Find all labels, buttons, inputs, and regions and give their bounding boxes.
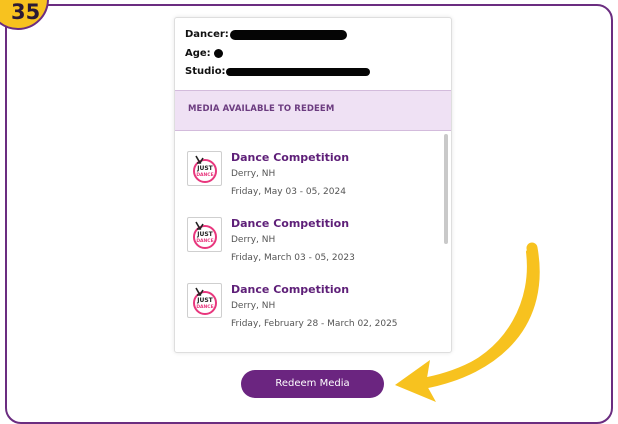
event-title[interactable]: Dance Competition: [231, 151, 349, 164]
event-list[interactable]: JUST DANCE Dance Competition Derry, NH F…: [175, 131, 451, 352]
logo-text-dance: DANCE: [196, 304, 213, 310]
dancer-label: Dancer:: [185, 29, 229, 40]
step-number-badge: 35: [0, 0, 49, 30]
dancer-row: Dancer:: [185, 26, 229, 44]
age-row: Age:: [185, 45, 211, 63]
event-title[interactable]: Dance Competition: [231, 217, 349, 230]
event-list-item[interactable]: JUST DANCE Dance Competition Derry, NH F…: [187, 217, 437, 277]
studio-label: Studio:: [185, 66, 226, 77]
event-title[interactable]: Dance Competition: [231, 283, 349, 296]
just-dance-logo-icon: JUST DANCE: [187, 217, 222, 252]
event-location: Derry, NH: [231, 235, 276, 245]
event-list-item[interactable]: JUST DANCE Dance Competition Derry, NH F…: [187, 283, 437, 343]
event-date: Friday, March 03 - 05, 2023: [231, 253, 355, 263]
event-list-item[interactable]: JUST DANCE Dance Competition Derry, NH F…: [187, 151, 437, 211]
age-redaction: [214, 49, 223, 58]
event-list-scrollbar[interactable]: [444, 134, 448, 244]
logo-text-just: JUST: [196, 297, 213, 304]
studio-row: Studio:: [185, 63, 226, 81]
logo-text-dance: DANCE: [196, 172, 213, 178]
just-dance-logo-icon: JUST DANCE: [187, 151, 222, 186]
logo-text-just: JUST: [196, 231, 213, 238]
step-number: 35: [11, 0, 41, 24]
event-location: Derry, NH: [231, 301, 276, 311]
just-dance-logo-icon: JUST DANCE: [187, 283, 222, 318]
event-date: Friday, February 28 - March 02, 2025: [231, 319, 398, 329]
event-date: Friday, May 03 - 05, 2024: [231, 187, 346, 197]
age-label: Age:: [185, 48, 211, 59]
logo-text-dance: DANCE: [196, 238, 213, 244]
studio-name-redaction: [226, 68, 370, 76]
logo-text-just: JUST: [196, 165, 213, 172]
dancer-name-redaction: [230, 30, 347, 40]
event-location: Derry, NH: [231, 169, 276, 179]
redeem-media-card: Dancer: Age: Studio: MEDIA AVAILABLE TO …: [174, 17, 452, 353]
media-available-heading: MEDIA AVAILABLE TO REDEEM: [188, 104, 335, 114]
media-available-header: MEDIA AVAILABLE TO REDEEM: [175, 90, 451, 131]
redeem-media-button[interactable]: Redeem Media: [241, 370, 384, 398]
